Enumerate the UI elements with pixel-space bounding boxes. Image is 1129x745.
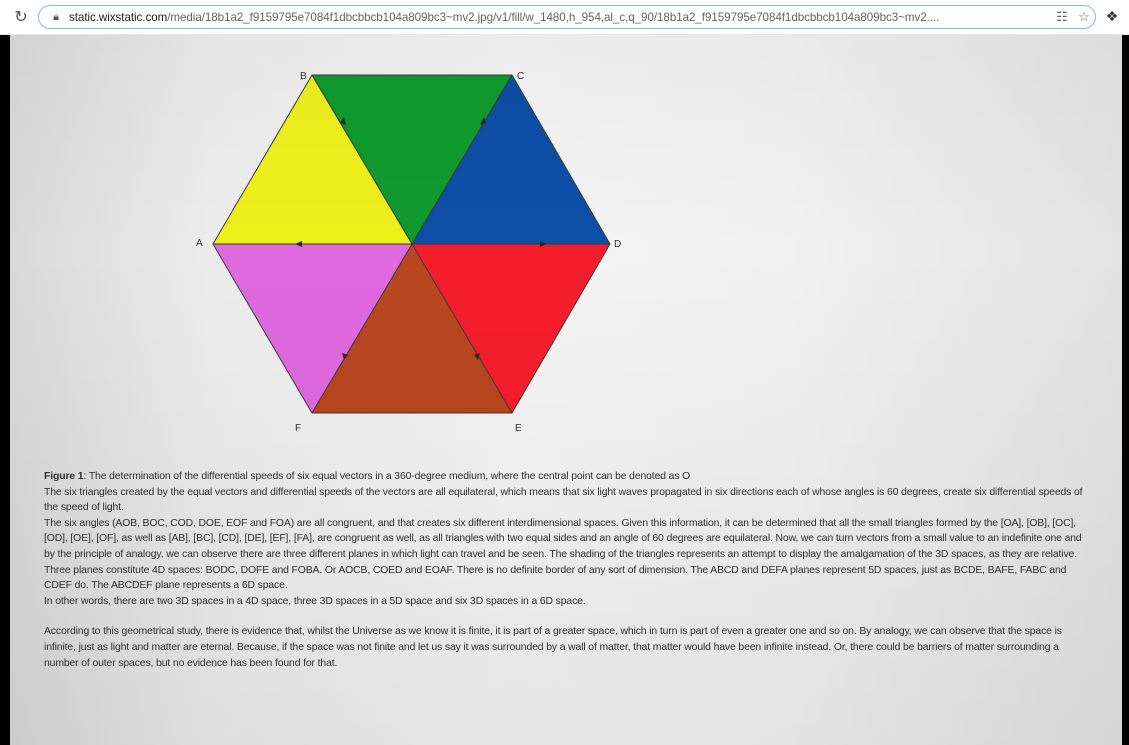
caption-paragraph-4: In other words, there are two 3D spaces … [44,595,586,607]
vertex-label-c: C [517,71,524,82]
caption-paragraph-1: The six triangles created by the equal v… [44,486,1083,514]
address-bar[interactable]: 🔒︎ static.wixstatic.com/media/18b1a2_f91… [38,5,1096,29]
vertex-label-b: B [300,71,307,82]
url-text[interactable]: static.wixstatic.com/media/18b1a2_f91597… [69,11,1051,24]
photographed-document: B C A D F E Figure 1: The determination … [10,35,1122,745]
url-path: /media/18b1a2_f9159795e7084f1dbcbbcb104a… [167,10,940,24]
figure-caption: Figure 1: The determination of the diffe… [44,469,1094,671]
figure-text: : The determination of the differential … [83,471,691,482]
browser-toolbar: ↻ 🔒︎ static.wixstatic.com/media/18b1a2_f… [0,0,1129,35]
caption-paragraph-3: Three planes constitute 4D spaces: BODC,… [44,564,1067,592]
page-viewport: B C A D F E Figure 1: The determination … [0,35,1129,745]
extension-puzzle-icon[interactable]: ❖ [1102,8,1122,25]
caption-paragraph-2: The six angles (AOB, BOC, COD, DOE, EOF … [44,517,1082,560]
lock-icon[interactable]: 🔒︎ [49,11,63,24]
vertex-label-d: D [614,239,621,250]
bookmark-star-icon[interactable]: ☆ [1073,9,1095,25]
vertex-label-a: A [196,238,203,249]
vertex-label-e: E [515,423,522,434]
caption-figure-line: Figure 1: The determination of the diffe… [44,469,1094,485]
reload-icon[interactable]: ↻ [8,7,34,27]
vertex-label-f: F [295,423,301,434]
figure-label: Figure 1 [44,471,84,482]
caption-paragraph-5: According to this geometrical study, the… [44,626,1062,669]
qr-code-icon[interactable]: ☷ [1051,9,1073,25]
url-host: static.wixstatic.com [69,10,168,24]
